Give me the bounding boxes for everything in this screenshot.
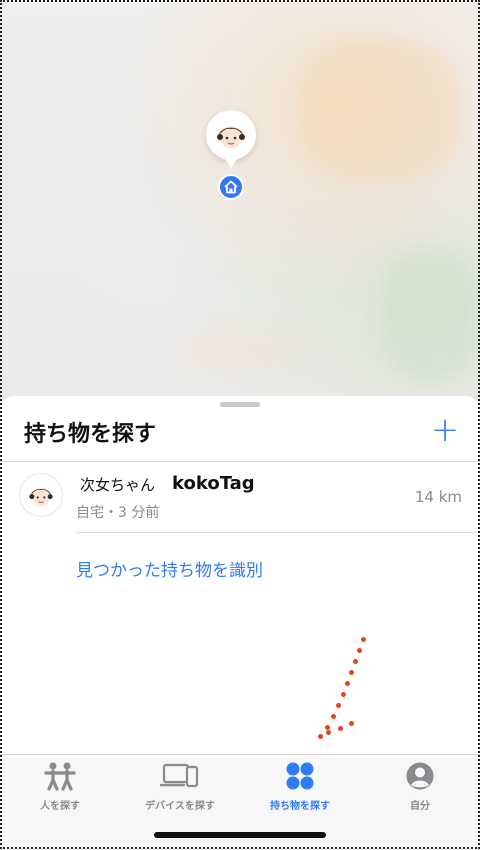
- divider: [76, 532, 480, 533]
- tab-items[interactable]: 持ち物を探す: [240, 759, 360, 819]
- map-blur-area: [380, 250, 480, 380]
- tab-label: 自分: [410, 801, 430, 812]
- tab-devices[interactable]: デバイスを探す: [120, 759, 240, 819]
- avatar: [20, 474, 62, 516]
- item-distance: 14 km: [414, 488, 462, 506]
- person-circle-icon: [406, 762, 434, 790]
- item-location-time: 自宅・3 分前: [76, 505, 160, 521]
- item-location-pin[interactable]: [206, 110, 256, 168]
- map-blur-area: [300, 40, 460, 180]
- item-row-kokotag[interactable]: 次女ちゃん kokoTag 自宅・3 分前 14 km: [0, 464, 480, 532]
- home-icon: [224, 180, 238, 194]
- item-owner-label: 次女ちゃん: [80, 476, 156, 494]
- tab-label: デバイスを探す: [145, 801, 215, 812]
- map-blur-area: [180, 330, 300, 370]
- tab-people[interactable]: 人を探す: [0, 759, 120, 819]
- home-indicator[interactable]: [154, 832, 326, 838]
- items-sheet: 持ち物を探す + 次女ちゃん kokoTag 自宅・3 分前 14 km 見つか…: [0, 396, 480, 754]
- tab-label: 人を探す: [40, 801, 80, 812]
- item-name: kokoTag: [172, 473, 255, 494]
- map-view[interactable]: [0, 0, 480, 420]
- girl-avatar-icon: [217, 126, 245, 148]
- people-icon: [44, 762, 76, 791]
- add-item-button[interactable]: +: [428, 413, 462, 448]
- devices-icon: [160, 763, 199, 788]
- tab-me[interactable]: 自分: [360, 759, 480, 819]
- tab-label: 持ち物を探す: [270, 801, 330, 812]
- divider: [0, 461, 480, 462]
- sheet-title: 持ち物を探す: [24, 422, 157, 447]
- home-location-badge[interactable]: [218, 174, 244, 200]
- items-icon: [286, 762, 314, 790]
- girl-avatar-icon: [29, 487, 53, 506]
- identify-found-item-link[interactable]: 見つかった持ち物を識別: [76, 556, 263, 581]
- sheet-grabber[interactable]: [220, 402, 260, 407]
